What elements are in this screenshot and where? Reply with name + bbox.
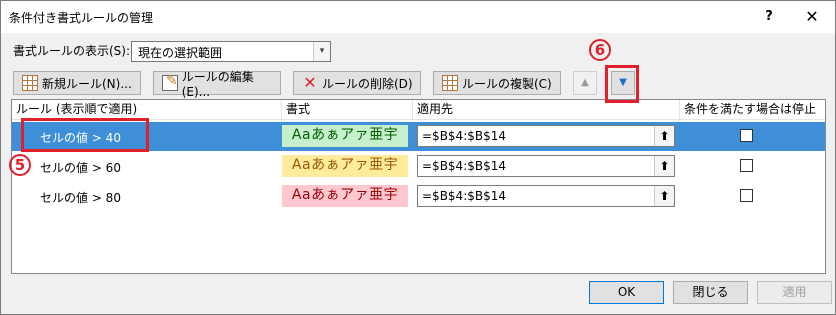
move-up-button[interactable]: ▲ [573,71,597,95]
column-header-rule: ルール (表示順で適用) [12,100,282,120]
conditional-formatting-dialog: 条件付き書式ルールの管理 ? ✕ 書式ルールの表示(S): 現在の選択範囲 ▾ … [0,0,836,315]
dialog-title: 条件付き書式ルールの管理 [9,11,154,25]
applies-to-value: =$B$4:$B$14 [422,129,507,143]
rule-row[interactable]: セルの値 > 80 Aaあぁアァ亜宇 =$B$4:$B$14 ⬆ [12,182,825,211]
title-bar: 条件付き書式ルールの管理 ? ✕ [1,1,835,33]
new-rule-button[interactable]: 新規ルール(N)... [13,71,141,95]
stop-if-true-checkbox[interactable] [740,159,753,172]
stop-if-true-checkbox[interactable] [740,129,753,142]
rule-row[interactable]: セルの値 > 60 Aaあぁアァ亜宇 =$B$4:$B$14 ⬆ [12,152,825,181]
delete-rule-button[interactable]: ✕ ルールの削除(D) [293,71,421,95]
help-button[interactable]: ? [746,1,792,33]
column-header-stop-if-true: 条件を満たす場合は停止 [684,102,817,116]
ok-button[interactable]: OK [589,281,664,304]
new-rule-label: 新規ルール(N)... [42,76,132,91]
applies-to-field[interactable]: =$B$4:$B$14 ⬆ [417,155,675,177]
grid-icon [22,75,38,91]
delete-rule-label: ルールの削除(D) [322,76,413,91]
column-header-format: 書式 [282,100,413,120]
edit-rule-button[interactable]: ルールの編集(E)... [153,70,281,99]
stop-if-true-checkbox[interactable] [740,189,753,202]
table-header: ルール (表示順で適用) 書式 適用先 条件を満たす場合は停止 [12,100,825,120]
show-rules-label: 書式ルールの表示(S): [13,44,131,58]
chevron-down-icon[interactable]: ▾ [313,42,330,61]
step-marker-5: 5 [9,154,31,176]
edit-rule-label: ルールの編集(E)... [181,69,254,99]
show-rules-value: 現在の選択範囲 [138,46,223,60]
apply-button[interactable]: 適用 [757,281,832,304]
applies-to-value: =$B$4:$B$14 [422,159,507,173]
format-preview: Aaあぁアァ亜宇 [282,155,408,177]
highlight-box-rule [21,118,149,152]
close-button[interactable]: 閉じる [673,281,748,304]
applies-to-field[interactable]: =$B$4:$B$14 ⬆ [417,185,675,207]
duplicate-rule-button[interactable]: ルールの複製(C) [433,71,561,95]
range-picker-icon[interactable]: ⬆ [654,186,674,206]
format-preview: Aaあぁアァ亜宇 [282,185,408,207]
column-header-applies-to: 適用先 [413,100,680,120]
rule-condition: セルの値 > 60 [40,161,121,175]
step-marker-6: 6 [589,39,611,61]
close-icon[interactable]: ✕ [789,1,835,33]
chevron-up-icon: ▲ [581,77,589,88]
format-preview: Aaあぁアァ亜宇 [282,125,408,147]
delete-icon: ✕ [303,73,317,92]
range-picker-icon[interactable]: ⬆ [654,126,674,146]
highlight-box-move-down [605,65,639,103]
show-rules-select[interactable]: 現在の選択範囲 ▾ [131,41,331,62]
rule-condition: セルの値 > 80 [40,191,121,205]
duplicate-rule-label: ルールの複製(C) [462,76,552,91]
range-picker-icon[interactable]: ⬆ [654,156,674,176]
edit-icon [162,73,178,91]
applies-to-value: =$B$4:$B$14 [422,189,507,203]
duplicate-icon [442,75,458,91]
applies-to-field[interactable]: =$B$4:$B$14 ⬆ [417,125,675,147]
